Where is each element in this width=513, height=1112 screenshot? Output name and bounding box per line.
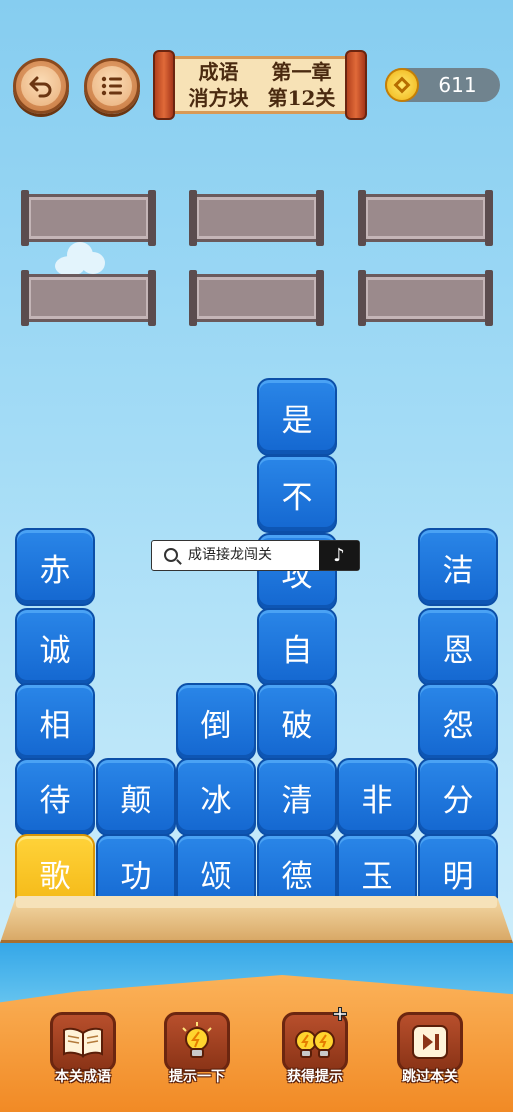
lightbulb-icon bbox=[182, 1022, 212, 1058]
char-tile[interactable]: 清 bbox=[257, 758, 337, 836]
search-overlay[interactable]: 成语接龙闯关 ♪ bbox=[151, 540, 360, 571]
answer-slot bbox=[21, 190, 156, 246]
skip-level-label: 跳过本关 bbox=[402, 1069, 458, 1085]
hint-button[interactable]: 提示一下 bbox=[164, 1012, 230, 1085]
get-hints-label: 获得提示 bbox=[287, 1069, 343, 1085]
book-icon bbox=[63, 1027, 103, 1058]
tile-shelf-top bbox=[16, 896, 497, 908]
answer-slot bbox=[189, 270, 324, 326]
mode-name-line1: 成语 bbox=[198, 60, 239, 84]
menu-button[interactable] bbox=[84, 58, 140, 114]
char-tile[interactable]: 待 bbox=[15, 758, 95, 836]
double-lightbulb-icon bbox=[295, 1030, 335, 1058]
coin-count: 611 bbox=[438, 73, 477, 97]
get-hints-button[interactable]: 获得提示 bbox=[282, 1007, 348, 1085]
char-tile[interactable]: 相 bbox=[15, 683, 95, 761]
chapter-label: 第一章 bbox=[271, 60, 332, 84]
search-text: 成语接龙闯关 bbox=[188, 547, 272, 563]
char-tile[interactable]: 是 bbox=[257, 378, 337, 456]
level-title-scroll: 成语 第一章 消方块 第12关 bbox=[153, 50, 367, 120]
char-tile[interactable]: 分 bbox=[418, 758, 498, 836]
coin-icon bbox=[385, 68, 419, 102]
char-tile[interactable]: 颠 bbox=[96, 758, 176, 836]
answer-slot bbox=[21, 270, 156, 326]
level-idioms-label: 本关成语 bbox=[55, 1069, 111, 1085]
char-tile[interactable]: 破 bbox=[257, 683, 337, 761]
menu-list-icon bbox=[101, 76, 122, 96]
answer-slot bbox=[189, 190, 324, 246]
mode-name-line2: 消方块 bbox=[188, 86, 249, 110]
back-arrow-icon bbox=[29, 76, 52, 98]
level-idioms-button[interactable]: 本关成语 bbox=[50, 1012, 116, 1085]
char-tile[interactable]: 洁 bbox=[418, 528, 498, 606]
answer-slot bbox=[358, 190, 493, 246]
char-tile[interactable]: 冰 bbox=[176, 758, 256, 836]
char-tile[interactable]: 倒 bbox=[176, 683, 256, 761]
char-tile[interactable]: 怨 bbox=[418, 683, 498, 761]
skip-icon bbox=[412, 1025, 448, 1059]
answer-slot bbox=[358, 270, 493, 326]
back-button[interactable] bbox=[13, 58, 69, 114]
char-tile[interactable]: 赤 bbox=[15, 528, 95, 606]
search-icon bbox=[164, 548, 178, 562]
level-label: 第12关 bbox=[267, 86, 336, 110]
char-tile[interactable]: 非 bbox=[337, 758, 417, 836]
skip-level-button[interactable]: 跳过本关 bbox=[397, 1012, 463, 1085]
plus-icon bbox=[333, 1007, 347, 1021]
hint-label: 提示一下 bbox=[169, 1069, 225, 1085]
app-logo-icon: ♪ bbox=[319, 541, 359, 570]
char-tile[interactable]: 恩 bbox=[418, 608, 498, 686]
char-tile[interactable]: 不 bbox=[257, 455, 337, 533]
char-tile[interactable]: 自 bbox=[257, 608, 337, 686]
char-tile[interactable]: 诚 bbox=[15, 608, 95, 686]
